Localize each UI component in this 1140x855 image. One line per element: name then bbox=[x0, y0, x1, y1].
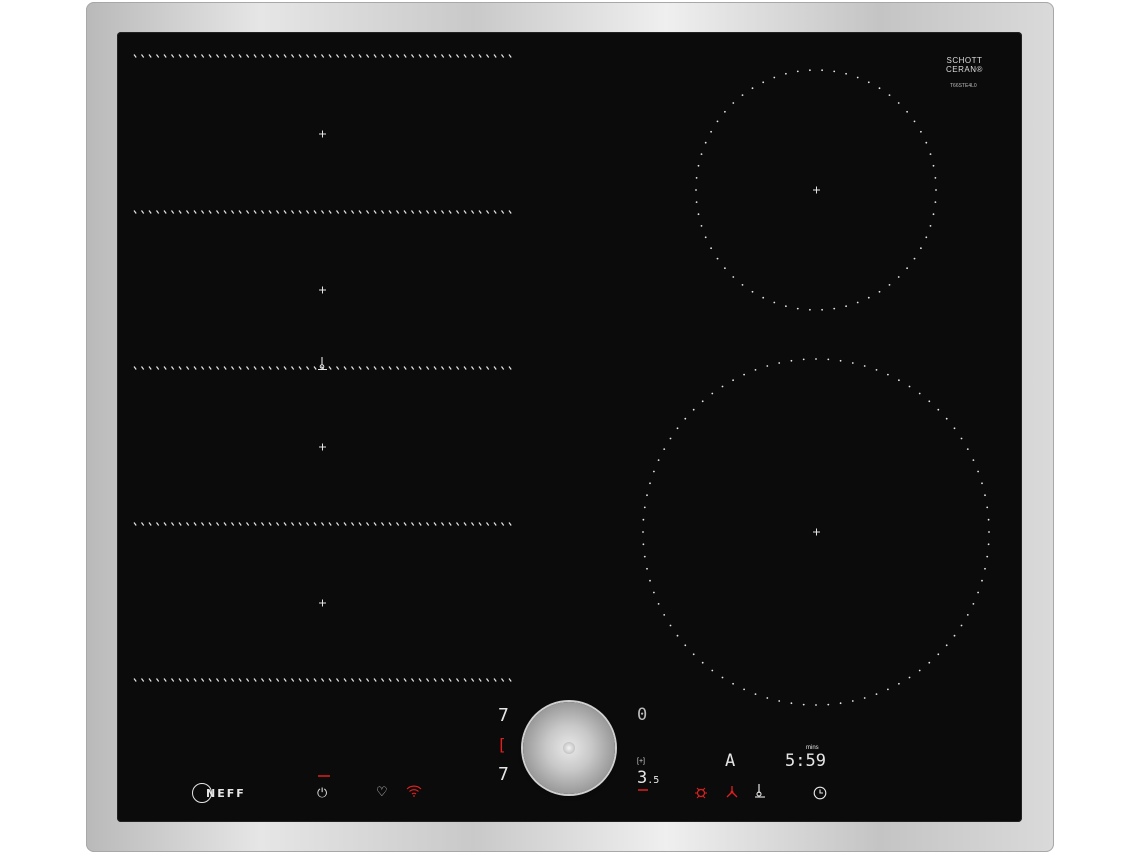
zone-center-mark-6 bbox=[813, 528, 820, 536]
twistpad-control-knob[interactable] bbox=[523, 702, 615, 794]
clock-icon[interactable] bbox=[813, 786, 827, 802]
hood-fan-icon[interactable] bbox=[724, 785, 740, 801]
flex-zone-divider-5 bbox=[133, 678, 512, 682]
model-number: T66STE4L0 bbox=[950, 83, 977, 89]
zone-center-mark-3 bbox=[319, 443, 326, 451]
logo-word: NEFF bbox=[206, 786, 246, 800]
display-left-bottom: 7 bbox=[498, 764, 509, 785]
power-icon[interactable]: ⏻ bbox=[317, 786, 327, 799]
zone-center-mark-5 bbox=[813, 186, 820, 194]
zone-center-mark-1 bbox=[319, 130, 326, 138]
frying-sensor-icon-small bbox=[316, 356, 330, 374]
child-lock-icon[interactable] bbox=[694, 785, 708, 801]
display-left-top: 7 bbox=[498, 705, 509, 726]
wifi-icon[interactable] bbox=[406, 785, 422, 799]
level-sub: .5 bbox=[647, 775, 660, 786]
schott-line: SCHOTT bbox=[946, 56, 983, 65]
neff-logo: NEFF bbox=[192, 782, 246, 804]
model-label: T66STE4L0 bbox=[950, 83, 977, 89]
frying-sensor-icon[interactable] bbox=[753, 783, 767, 801]
display-right-top: 0 bbox=[637, 705, 648, 725]
flex-zone-divider-1 bbox=[133, 54, 512, 58]
level-value: 3 bbox=[637, 768, 648, 788]
zone-center-mark-2 bbox=[319, 286, 326, 294]
zone-center-mark-4 bbox=[319, 599, 326, 607]
schott-ceran-mark: SCHOTT CERAN® bbox=[946, 56, 983, 74]
heart-icon[interactable]: ♡ bbox=[376, 785, 388, 798]
power-boost-icon[interactable]: [+] bbox=[637, 758, 645, 765]
timer-display: 5:59 bbox=[785, 751, 826, 771]
flex-zone-divider-2 bbox=[133, 210, 512, 214]
display-right-bottom: 3.5 bbox=[637, 768, 659, 788]
ceran-line: CERAN® bbox=[946, 65, 983, 74]
flex-zone-divider-4 bbox=[133, 522, 512, 526]
display-left-mid: [ bbox=[497, 735, 507, 754]
auto-display: A bbox=[725, 751, 736, 771]
